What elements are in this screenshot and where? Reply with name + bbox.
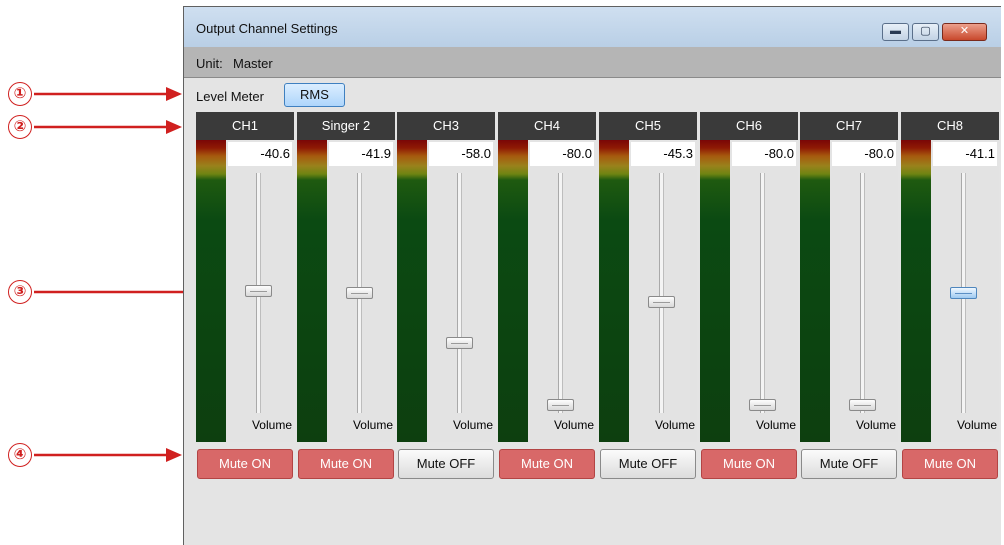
output-channel-settings-window: Output Channel Settings ▬ ▢ ✕ Unit: Mast… [183,6,1001,545]
fader-thumb[interactable] [446,337,473,349]
level-readout: -80.0 [530,142,594,166]
level-readout: -41.1 [933,142,997,166]
level-meter [901,140,931,442]
channel-name[interactable]: CH6 [700,112,798,140]
channel-name[interactable]: CH5 [599,112,697,140]
callout-arrow-icon [34,87,182,101]
level-meter [599,140,629,442]
level-meter [297,140,327,442]
unit-label: Unit: [196,56,223,71]
callout-number: ① [8,82,32,106]
mute-button[interactable]: Mute ON [902,449,998,479]
mute-button[interactable]: Mute ON [499,449,595,479]
fader-thumb[interactable] [346,287,373,299]
channel-strip: CH6 -80.0 Volume Mute ON [700,112,798,482]
volume-label: Volume [352,418,393,432]
title-bar[interactable]: Output Channel Settings ▬ ▢ ✕ [184,7,1001,47]
volume-label: Volume [654,418,695,432]
mute-button[interactable]: Mute OFF [398,449,494,479]
level-meter [498,140,528,442]
channel-name[interactable]: CH4 [498,112,596,140]
channel-strip: CH5 -45.3 Volume Mute OFF [599,112,697,482]
channel-strip: CH8 -41.1 Volume Mute ON [901,112,999,482]
level-meter [800,140,830,442]
fader-track[interactable] [860,173,865,413]
volume-fader[interactable]: Volume [226,166,294,442]
volume-label: Volume [855,418,896,432]
unit-value: Master [233,56,273,71]
rms-button[interactable]: RMS [284,83,345,107]
level-meter-label: Level Meter [196,89,264,104]
volume-label: Volume [956,418,997,432]
volume-fader[interactable]: Volume [528,166,596,442]
channel-name[interactable]: CH8 [901,112,999,140]
level-readout: -40.6 [228,142,292,166]
fader-thumb[interactable] [950,287,977,299]
volume-fader[interactable]: Volume [730,166,798,442]
fader-thumb[interactable] [648,296,675,308]
callout-number: ④ [8,443,32,467]
volume-label: Volume [553,418,594,432]
close-button[interactable]: ✕ [942,23,987,41]
channel-name[interactable]: CH3 [397,112,495,140]
channel-strip: CH7 -80.0 Volume Mute OFF [800,112,898,482]
maximize-button[interactable]: ▢ [912,23,939,41]
volume-label: Volume [251,418,292,432]
fader-thumb[interactable] [849,399,876,411]
channel-strip: CH4 -80.0 Volume Mute ON [498,112,596,482]
volume-fader[interactable]: Volume [629,166,697,442]
fader-track[interactable] [659,173,664,413]
callout-arrow-icon [34,120,182,134]
volume-fader[interactable]: Volume [830,166,898,442]
volume-fader[interactable]: Volume [327,166,395,442]
mute-button[interactable]: Mute ON [298,449,394,479]
volume-label: Volume [755,418,796,432]
channel-strip: Singer 2 -41.9 Volume Mute ON [297,112,395,482]
fader-thumb[interactable] [245,285,272,297]
mute-button[interactable]: Mute OFF [600,449,696,479]
callout-number: ③ [8,280,32,304]
level-readout: -80.0 [832,142,896,166]
channel-strip: CH3 -58.0 Volume Mute OFF [397,112,495,482]
fader-track[interactable] [558,173,563,413]
window-title: Output Channel Settings [196,21,338,36]
mute-button[interactable]: Mute ON [197,449,293,479]
level-meter [397,140,427,442]
mute-button[interactable]: Mute OFF [801,449,897,479]
level-meter [196,140,226,442]
volume-fader[interactable]: Volume [931,166,999,442]
level-readout: -45.3 [631,142,695,166]
unit-bar: Unit: Master [184,47,1001,78]
channel-name[interactable]: CH1 [196,112,294,140]
fader-thumb[interactable] [749,399,776,411]
level-readout: -58.0 [429,142,493,166]
fader-track[interactable] [457,173,462,413]
volume-label: Volume [452,418,493,432]
fader-thumb[interactable] [547,399,574,411]
channel-strips: CH1 -40.6 Volume Mute ON Singer 2 -41.9 … [196,112,1001,482]
callout-number: ② [8,115,32,139]
channel-name[interactable]: CH7 [800,112,898,140]
level-meter [700,140,730,442]
fader-track[interactable] [760,173,765,413]
channel-strip: CH1 -40.6 Volume Mute ON [196,112,294,482]
callout-arrow-icon [34,448,182,462]
level-readout: -80.0 [732,142,796,166]
channel-name[interactable]: Singer 2 [297,112,395,140]
minimize-button[interactable]: ▬ [882,23,909,41]
volume-fader[interactable]: Volume [427,166,495,442]
level-readout: -41.9 [329,142,393,166]
mute-button[interactable]: Mute ON [701,449,797,479]
